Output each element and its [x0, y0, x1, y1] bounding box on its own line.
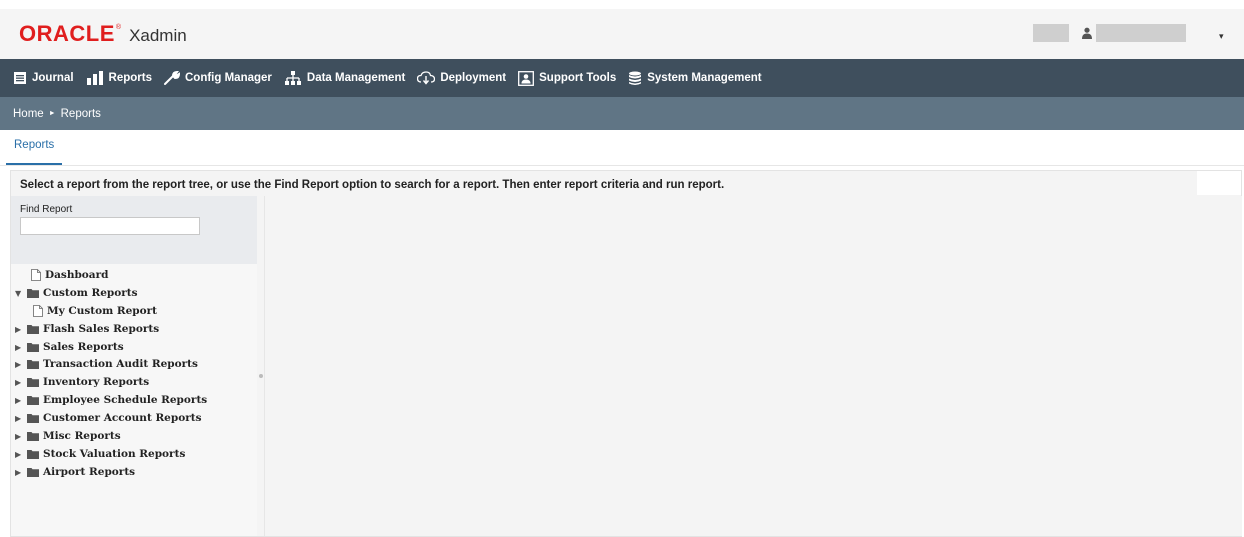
find-report-label: Find Report [20, 204, 73, 215]
nav-data-management[interactable]: Data Management [284, 59, 405, 97]
tree-item-label: Transaction Audit Reports [43, 358, 198, 370]
tree-item-customer-account-reports[interactable]: ▶ Customer Account Reports [15, 410, 202, 426]
brand-name: ORACLE [19, 21, 115, 46]
tree-item-label: Inventory Reports [43, 376, 150, 388]
tree-item-sales-reports[interactable]: ▶ Sales Reports [15, 339, 124, 355]
expanded-caret-icon[interactable]: ▼ [15, 289, 25, 298]
breadcrumb-separator-icon: ► [48, 110, 56, 117]
nav-config-manager[interactable]: Config Manager [164, 59, 272, 97]
tree-item-transaction-audit-reports[interactable]: ▶ Transaction Audit Reports [15, 356, 198, 372]
report-tree: Dashboard ▼ Custom Reports My Custom Rep… [11, 264, 257, 536]
tree-item-misc-reports[interactable]: ▶ Misc Reports [15, 428, 121, 444]
journal-icon [14, 72, 26, 84]
tree-item-flash-sales-reports[interactable]: ▶ Flash Sales Reports [15, 321, 159, 337]
folder-icon [27, 342, 39, 352]
tree-item-my-custom-report[interactable]: My Custom Report [33, 303, 157, 319]
registered-mark-icon: ® [115, 24, 122, 31]
tree-item-label: Employee Schedule Reports [43, 394, 208, 406]
oracle-logo: ORACLE ® Xadmin [19, 21, 187, 47]
tree-item-employee-schedule-reports[interactable]: ▶ Employee Schedule Reports [15, 392, 207, 408]
tree-item-label: My Custom Report [47, 305, 158, 317]
reports-icon [86, 71, 103, 85]
tree-item-airport-reports[interactable]: ▶ Airport Reports [15, 464, 135, 480]
tab-bar: Reports [0, 130, 1244, 166]
nav-journal[interactable]: Journal [13, 59, 74, 97]
tree-item-label: Stock Valuation Reports [43, 448, 186, 460]
database-icon [629, 71, 642, 85]
nav-support-tools[interactable]: Support Tools [518, 59, 616, 97]
breadcrumb-home[interactable]: Home [13, 108, 44, 120]
user-name-badge [1096, 24, 1186, 42]
folder-icon [27, 467, 39, 477]
tree-item-label: Sales Reports [43, 341, 124, 353]
folder-icon [27, 377, 39, 387]
user-icon [1082, 27, 1092, 39]
tab-reports[interactable]: Reports [6, 130, 63, 165]
folder-icon [27, 395, 39, 405]
product-name: Xadmin [129, 26, 187, 45]
user-menu-caret-icon[interactable]: ▾ [1219, 31, 1224, 42]
tree-item-label: Misc Reports [43, 430, 121, 442]
nav-config-manager-label: Config Manager [185, 72, 272, 84]
tree-item-label: Flash Sales Reports [43, 323, 160, 335]
tree-item-inventory-reports[interactable]: ▶ Inventory Reports [15, 374, 149, 390]
find-report-area: Find Report [11, 196, 257, 264]
find-report-input[interactable] [20, 217, 200, 235]
folder-icon [27, 413, 39, 423]
document-icon [33, 305, 43, 317]
nav-deployment[interactable]: Deployment [417, 59, 506, 97]
tree-item-label: Dashboard [45, 269, 109, 281]
breadcrumb: Home ► Reports [0, 97, 1244, 130]
nav-data-management-label: Data Management [306, 72, 406, 84]
tree-item-label: Custom Reports [43, 287, 138, 299]
collapsed-caret-icon[interactable]: ▶ [15, 360, 25, 369]
folder-icon [27, 449, 39, 459]
document-icon [31, 269, 41, 281]
folder-icon [27, 431, 39, 441]
nav-journal-label: Journal [32, 72, 74, 84]
report-criteria-panel [264, 196, 1242, 536]
breadcrumb-current: Reports [60, 107, 101, 120]
tree-item-stock-valuation-reports[interactable]: ▶ Stock Valuation Reports [15, 446, 185, 462]
folder-icon [27, 324, 39, 334]
app-header: ORACLE ® Xadmin ▾ [0, 9, 1244, 59]
collapsed-caret-icon[interactable]: ▶ [15, 468, 25, 477]
store-badge [1033, 24, 1069, 42]
collapsed-caret-icon[interactable]: ▶ [15, 378, 25, 387]
panel-corner [1197, 171, 1241, 195]
folder-icon [27, 288, 39, 298]
tree-item-dashboard[interactable]: Dashboard [19, 267, 108, 283]
nav-deployment-label: Deployment [440, 72, 507, 84]
reports-panel: Select a report from the report tree, or… [10, 170, 1242, 537]
collapsed-caret-icon[interactable]: ▶ [15, 450, 25, 459]
tree-item-label: Customer Account Reports [43, 412, 202, 424]
collapsed-caret-icon[interactable]: ▶ [15, 325, 25, 334]
folder-icon [27, 359, 39, 369]
report-tree-panel: Find Report Dashboard ▼ Custom Reports M… [11, 196, 257, 536]
nav-system-management-label: System Management [647, 72, 762, 84]
collapsed-caret-icon[interactable]: ▶ [15, 432, 25, 441]
tree-item-custom-reports[interactable]: ▼ Custom Reports [15, 285, 138, 301]
main-nav: Journal Reports Config Manager Data Mana… [0, 59, 1244, 97]
panel-splitter-handle[interactable] [259, 374, 263, 378]
hierarchy-icon [284, 70, 301, 85]
nav-support-tools-label: Support Tools [539, 72, 617, 84]
nav-system-management[interactable]: System Management [628, 59, 762, 97]
collapsed-caret-icon[interactable]: ▶ [15, 414, 25, 423]
collapsed-caret-icon[interactable]: ▶ [15, 396, 25, 405]
nav-reports-label: Reports [108, 72, 152, 84]
instructions-text: Select a report from the report tree, or… [20, 179, 725, 191]
wrench-icon [164, 71, 180, 85]
nav-reports[interactable]: Reports [86, 59, 152, 97]
cloud-download-icon [417, 71, 436, 85]
support-icon [518, 70, 535, 86]
tree-item-label: Airport Reports [43, 466, 136, 478]
collapsed-caret-icon[interactable]: ▶ [15, 343, 25, 352]
